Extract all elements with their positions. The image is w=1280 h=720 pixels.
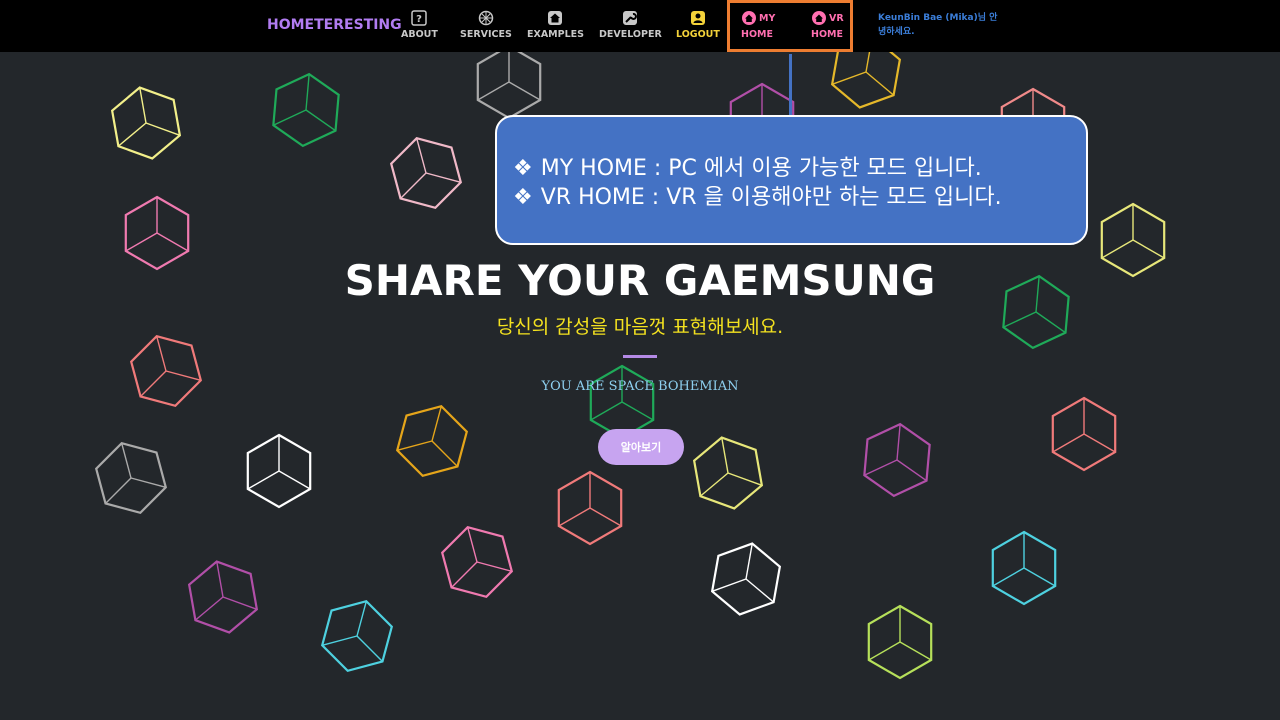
cube-shape [476,44,542,120]
cube-shape [557,470,623,546]
cube-background [94,35,1166,680]
callout-connector [789,54,792,116]
nav-services-label: SERVICES [460,29,512,40]
learn-more-button[interactable]: 알아보기 [598,429,684,465]
wrench-icon [623,11,638,25]
hero-subtitle: 당신의 감성을 마음껏 표현해보세요. [496,316,784,338]
cube-shape [589,364,655,440]
cube-shape [272,72,340,148]
nav-about[interactable]: ? ABOUT [401,10,438,40]
home-modes-callout: ❖ MY HOME : PC 에서 이용 가능한 모드 입니다. ❖ VR HOME… [495,115,1088,245]
hero-title: SHARE YOUR GAEMSUNG [344,256,936,305]
cube-shape [187,560,259,634]
diamond-bullet-icon: ❖ [513,156,533,181]
user-greeting: KeunBin Bae (Mika)님 안녕하세요. [878,13,998,37]
cube-shape [991,530,1057,606]
cube-shape [863,422,931,498]
services-icon [478,10,494,26]
question-icon: ? [411,10,428,26]
cube-shape [110,86,182,160]
cube-shape [440,526,514,598]
cube-shape [710,542,782,616]
home-icon [548,11,563,25]
cube-shape [395,405,469,477]
nav-developer-label: DEVELOPER [599,29,662,40]
nav-developer[interactable]: DEVELOPER [599,10,662,40]
callout-line-vr-home: ❖ VR HOME : VR 을 이용해야만 하는 모드 입니다. [513,183,1086,212]
nav-examples-label: EXAMPLES [527,29,584,40]
svg-text:?: ? [417,14,423,25]
diamond-bullet-icon: ❖ [513,185,533,210]
callout-text-my-home: MY HOME : PC 에서 이용 가능한 모드 입니다. [540,156,982,181]
user-icon [690,11,705,25]
cube-shape [1051,396,1117,472]
cube-shape [246,433,312,509]
nav-logout[interactable]: LOGOUT [676,10,720,40]
callout-text-vr-home: VR HOME : VR 을 이용해야만 하는 모드 입니다. [540,185,1002,210]
nav-services[interactable]: SERVICES [460,10,512,40]
cube-shape [389,137,463,209]
cube-shape [320,600,394,672]
brand-logo[interactable]: HOMETERESTING [267,17,402,33]
cube-shape [867,604,933,680]
nav-about-label: ABOUT [401,29,438,40]
cube-shape [94,442,168,514]
home-modes-highlight [727,0,853,52]
cube-shape [129,335,203,407]
nav-logout-label: LOGOUT [676,29,720,40]
nav-examples[interactable]: EXAMPLES [527,10,584,40]
hero-tagline: YOU ARE SPACE BOHEMIAN [541,379,739,394]
callout-line-my-home: ❖ MY HOME : PC 에서 이용 가능한 모드 입니다. [513,154,1086,183]
cube-shape [692,436,764,510]
hero-divider [623,355,657,358]
top-navbar: HOMETERESTING ? ABOUT SERVICES EXAMPLES … [0,0,1280,52]
